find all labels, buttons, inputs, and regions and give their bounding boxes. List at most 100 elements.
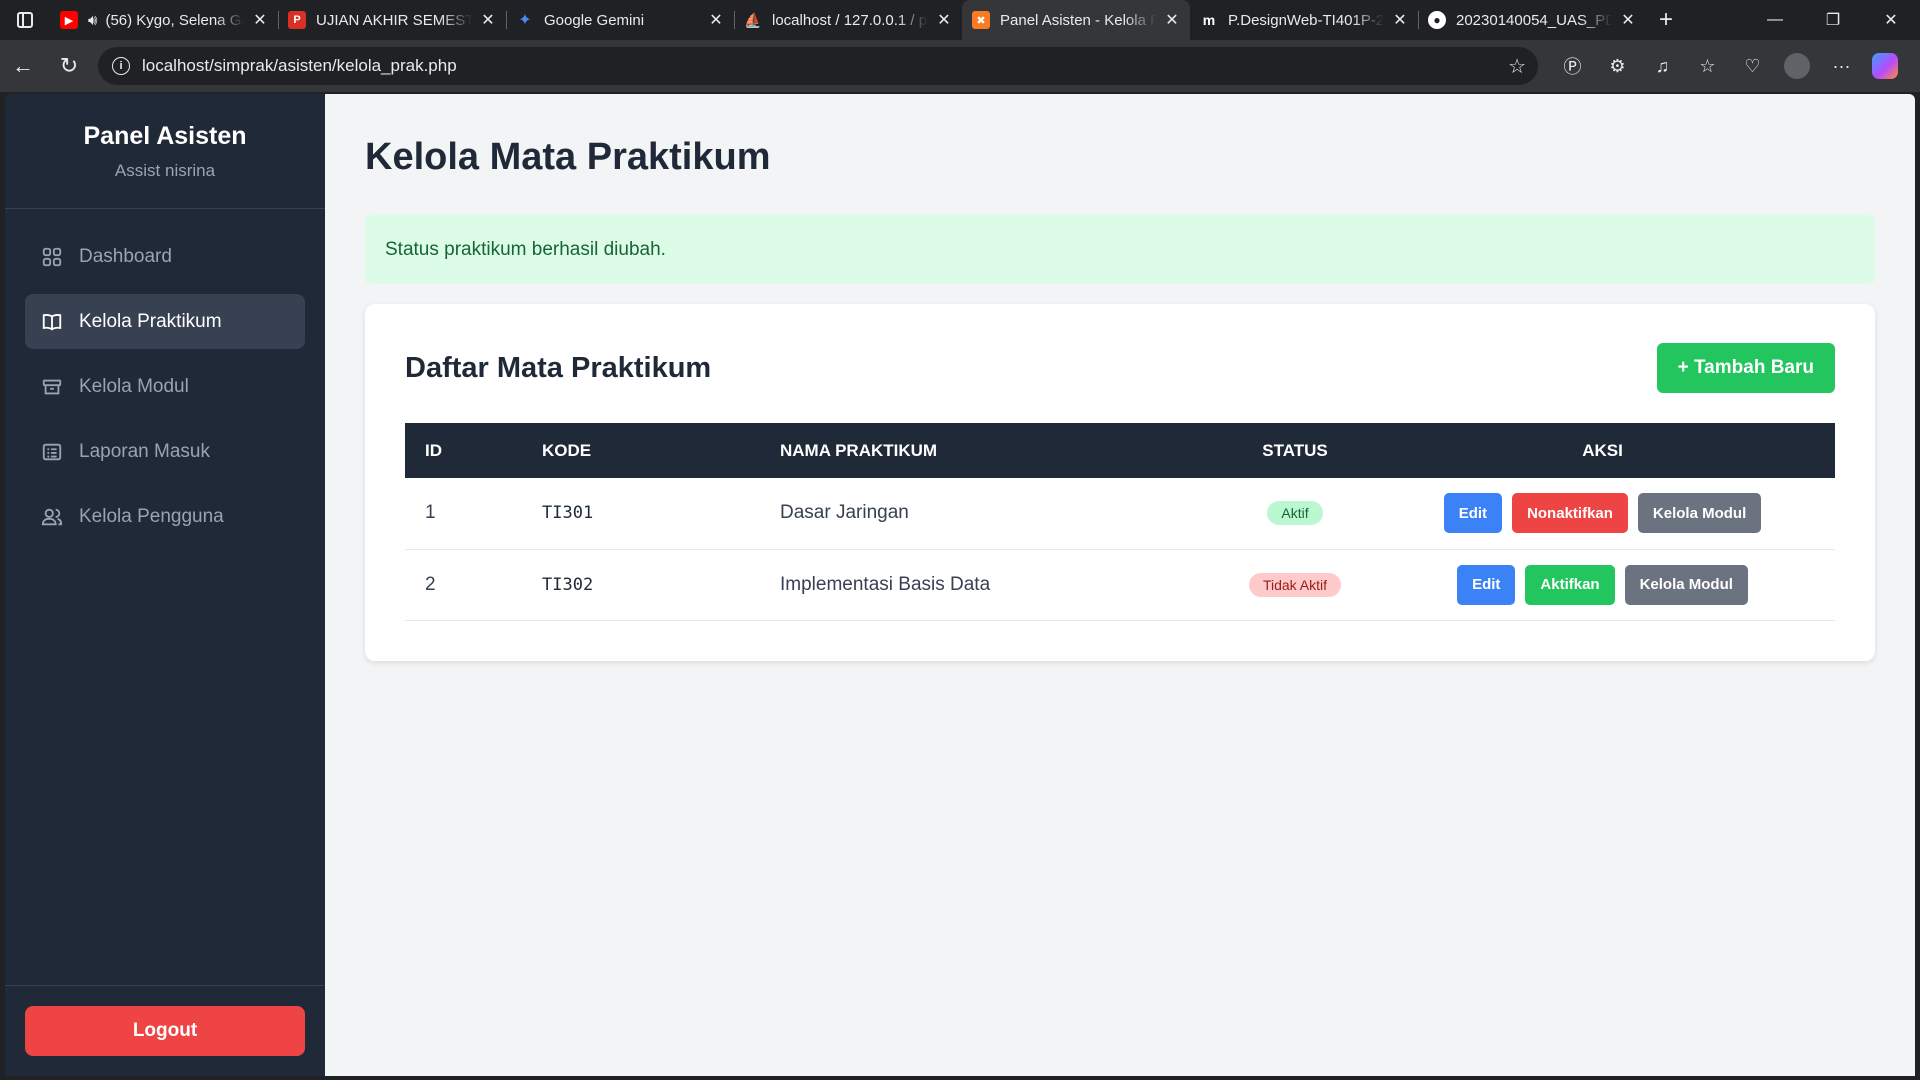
row-actions: Edit Aktifkan Kelola Modul bbox=[1390, 564, 1815, 605]
close-tab-icon[interactable]: ✕ bbox=[478, 10, 498, 30]
more-menu-icon[interactable]: ··· bbox=[1819, 40, 1864, 92]
table-row: 1 TI301 Dasar Jaringan Aktif Edit Nonakt… bbox=[405, 478, 1835, 549]
favorites-icon[interactable]: ☆ bbox=[1685, 40, 1730, 92]
reload-icon[interactable]: ↻ bbox=[46, 40, 92, 92]
xampp-icon: ✖ bbox=[972, 11, 990, 29]
tab-youtube[interactable]: ▶ 🔊︎ (56) Kygo, Selena Gomez - It Ain't … bbox=[50, 0, 278, 40]
cell-aksi: Edit Nonaktifkan Kelola Modul bbox=[1370, 478, 1835, 549]
add-new-button[interactable]: + Tambah Baru bbox=[1656, 343, 1835, 393]
bookmark-star-icon[interactable]: ☆ bbox=[1508, 54, 1526, 79]
sidebar-item-laporan-masuk[interactable]: Laporan Masuk bbox=[25, 424, 305, 479]
tab-phpmyadmin[interactable]: ⛵ localhost / 127.0.0.1 / phpMyAdmin ✕ bbox=[734, 0, 962, 40]
close-tab-icon[interactable]: ✕ bbox=[706, 10, 726, 30]
moodle-icon: m bbox=[1202, 12, 1216, 28]
manage-modul-button[interactable]: Kelola Modul bbox=[1624, 564, 1748, 605]
praktikum-card: Daftar Mata Praktikum + Tambah Baru ID K… bbox=[365, 304, 1875, 661]
copilot-icon[interactable] bbox=[1872, 53, 1898, 79]
extension-p-icon[interactable]: Ⓟ bbox=[1550, 40, 1595, 92]
sidebar-nav: Dashboard Kelola Praktikum Kelola Modul … bbox=[5, 209, 325, 985]
logout-section: Logout bbox=[5, 985, 325, 1076]
page-title: Kelola Mata Praktikum bbox=[365, 136, 771, 178]
sidebar-item-dashboard[interactable]: Dashboard bbox=[25, 229, 305, 284]
table-body: 1 TI301 Dasar Jaringan Aktif Edit Nonakt… bbox=[405, 478, 1835, 620]
sidebar-item-kelola-praktikum[interactable]: Kelola Praktikum bbox=[25, 294, 305, 349]
manage-modul-button[interactable]: Kelola Modul bbox=[1637, 493, 1762, 534]
tab-title: P.DesignWeb-TI401P-2025 bbox=[1228, 11, 1384, 29]
sidebar-item-label: Laporan Masuk bbox=[79, 440, 210, 462]
url-text[interactable]: localhost/simprak/asisten/kelola_prak.ph… bbox=[142, 56, 1508, 76]
tab-title: 20230140054_UAS_PDW bbox=[1456, 11, 1612, 29]
close-tab-icon[interactable]: ✕ bbox=[934, 10, 954, 30]
table-row: 2 TI302 Implementasi Basis Data Tidak Ak… bbox=[405, 549, 1835, 620]
column-header-id: ID bbox=[425, 440, 442, 460]
read-aloud-icon[interactable]: ♫ bbox=[1640, 40, 1685, 92]
sidebar-item-label: Dashboard bbox=[79, 245, 172, 267]
status-badge: Aktif bbox=[1267, 501, 1323, 526]
github-icon: ● bbox=[1428, 11, 1446, 29]
site-info-icon[interactable]: i bbox=[112, 57, 130, 75]
tab-title: UJIAN AKHIR SEMESTER bbox=[316, 11, 472, 29]
phpmyadmin-icon: ⛵ bbox=[744, 11, 762, 28]
table-header: ID KODE NAMA PRAKTIKUM STATUS AKSI bbox=[405, 423, 1835, 478]
deactivate-button[interactable]: Nonaktifkan bbox=[1512, 493, 1628, 534]
praktikum-table: ID KODE NAMA PRAKTIKUM STATUS AKSI 1 TI3… bbox=[405, 423, 1835, 621]
close-window-icon[interactable]: ✕ bbox=[1862, 0, 1920, 40]
new-tab-plus-icon[interactable]: + bbox=[1646, 6, 1686, 34]
window-controls: — ❐ ✕ bbox=[1746, 0, 1920, 40]
activate-button[interactable]: Aktifkan bbox=[1525, 564, 1615, 605]
sidebar-title: Panel Asisten bbox=[83, 121, 247, 150]
cell-id: 1 bbox=[425, 502, 436, 524]
gemini-icon: ✦ bbox=[518, 12, 532, 29]
cell-nama: Implementasi Basis Data bbox=[780, 573, 991, 595]
browser-essentials-icon[interactable]: ♡ bbox=[1730, 40, 1775, 92]
cell-status: Aktif bbox=[1220, 478, 1370, 549]
profile-avatar-icon[interactable] bbox=[1784, 53, 1810, 79]
page-viewport: Panel Asisten Assist nisrina Dashboard K… bbox=[5, 94, 1915, 1076]
tab-moodle[interactable]: m P.DesignWeb-TI401P-2025 ✕ bbox=[1190, 0, 1418, 40]
status-badge: Tidak Aktif bbox=[1248, 572, 1342, 597]
tab-title: Panel Asisten - Kelola Praktikum bbox=[1000, 11, 1156, 29]
user-group-icon bbox=[41, 506, 63, 528]
address-bar[interactable]: i localhost/simprak/asisten/kelola_prak.… bbox=[98, 47, 1538, 85]
tab-panel-asisten[interactable]: ✖ Panel Asisten - Kelola Praktikum ✕ bbox=[962, 0, 1190, 40]
cell-kode: TI302 bbox=[542, 574, 594, 595]
window-bottom-edge bbox=[0, 1076, 1920, 1080]
youtube-icon: ▶ bbox=[60, 11, 78, 29]
tab-actions-menu-icon[interactable] bbox=[0, 0, 50, 40]
tab-title: Google Gemini bbox=[544, 11, 645, 29]
tab-title: localhost / 127.0.0.1 / phpMyAdmin bbox=[772, 11, 928, 29]
cell-nama: Dasar Jaringan bbox=[780, 502, 909, 524]
tab-gemini[interactable]: ✦ Google Gemini ✕ bbox=[506, 0, 734, 40]
back-arrow-icon[interactable]: ← bbox=[0, 40, 46, 92]
tab-title: (56) Kygo, Selena Gomez - It Ain't Me bbox=[105, 11, 244, 29]
column-header-nama: NAMA PRAKTIKUM bbox=[780, 440, 938, 460]
tab-ujian[interactable]: P UJIAN AKHIR SEMESTER ✕ bbox=[278, 0, 506, 40]
row-actions: Edit Nonaktifkan Kelola Modul bbox=[1390, 493, 1815, 534]
edit-button[interactable]: Edit bbox=[1457, 564, 1516, 605]
book-open-icon bbox=[41, 311, 63, 333]
logout-button[interactable]: Logout bbox=[25, 1006, 305, 1056]
minimize-icon[interactable]: — bbox=[1746, 0, 1804, 40]
speaker-icon[interactable]: 🔊︎ bbox=[88, 12, 97, 29]
success-alert: Status praktikum berhasil diubah. bbox=[365, 215, 1875, 284]
sidebar-item-kelola-pengguna[interactable]: Kelola Pengguna bbox=[25, 489, 305, 544]
card-title: Daftar Mata Praktikum bbox=[405, 351, 712, 384]
restore-icon[interactable]: ❐ bbox=[1804, 0, 1862, 40]
browser-toolbar: ← ↻ i localhost/simprak/asisten/kelola_p… bbox=[0, 40, 1920, 92]
tab-github[interactable]: ● 20230140054_UAS_PDW ✕ bbox=[1418, 0, 1646, 40]
cell-aksi: Edit Aktifkan Kelola Modul bbox=[1370, 549, 1835, 620]
sidebar-item-kelola-modul[interactable]: Kelola Modul bbox=[25, 359, 305, 414]
sidebar: Panel Asisten Assist nisrina Dashboard K… bbox=[5, 94, 325, 1076]
browser-extensions: Ⓟ ⚙ ♫ ☆ ♡ ··· bbox=[1550, 40, 1898, 92]
close-tab-icon[interactable]: ✕ bbox=[1618, 10, 1638, 30]
close-tab-icon[interactable]: ✕ bbox=[1162, 10, 1182, 30]
close-tab-icon[interactable]: ✕ bbox=[1390, 10, 1410, 30]
cell-id: 2 bbox=[425, 573, 436, 595]
main-content: Kelola Mata Praktikum Status praktikum b… bbox=[325, 94, 1915, 1076]
close-tab-icon[interactable]: ✕ bbox=[250, 10, 270, 30]
card-header: Daftar Mata Praktikum + Tambah Baru bbox=[405, 343, 1835, 393]
edit-button[interactable]: Edit bbox=[1443, 493, 1503, 534]
sidebar-item-label: Kelola Pengguna bbox=[79, 505, 224, 527]
cell-kode: TI301 bbox=[542, 503, 594, 524]
extensions-puzzle-icon[interactable]: ⚙ bbox=[1595, 40, 1640, 92]
